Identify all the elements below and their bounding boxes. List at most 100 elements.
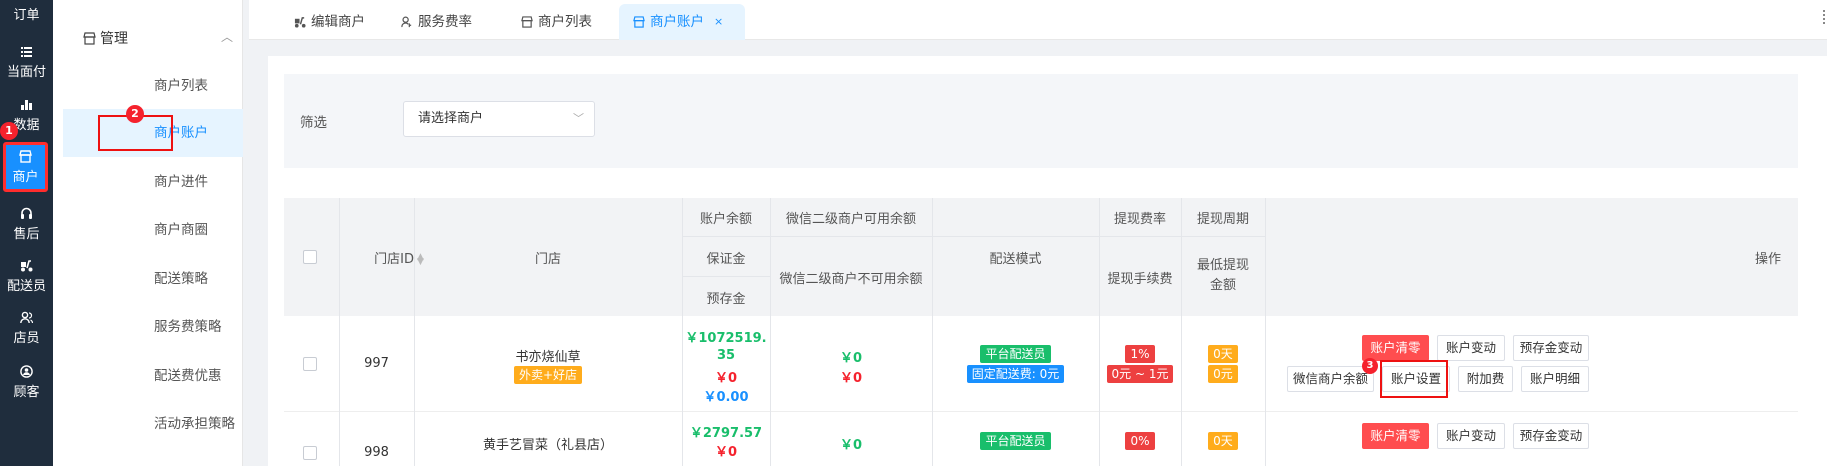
step-badge-1: 1 (0, 122, 18, 140)
header-min-withdraw: 最低提现金额 (1196, 258, 1249, 293)
header-balance: 账户余额 (699, 212, 752, 227)
more-icon[interactable] (1823, 10, 1827, 24)
divider (1181, 198, 1182, 316)
submenu-item-delivery-strategy[interactable]: 配送策略 (53, 255, 243, 303)
merchant-select[interactable]: 请选择商户 ﹀ (403, 101, 595, 137)
main-nav-rail: 订单 当面付 数据 商户 1 售后 配送员 店员 顾客 (0, 0, 53, 466)
tab-label: 商户账户 (650, 14, 704, 30)
step-badge-2: 2 (126, 105, 144, 123)
header-deposit: 保证金 (706, 252, 746, 267)
divider (682, 198, 683, 316)
truck-icon (294, 17, 306, 28)
delivery-tag-cell: 平台配送员 (932, 345, 1099, 363)
delivery-mode-tag: 平台配送员 (980, 432, 1051, 450)
tab-merchant-list[interactable]: 商户列表 (507, 4, 606, 40)
rail-item-staff[interactable]: 店员 (0, 300, 53, 356)
row-checkbox[interactable] (303, 357, 317, 371)
sub-menu: 管理 ︿ 商户列表 商户账户 2 商户进件 商户商圈 配送策略 服务费策略 配送… (53, 0, 243, 466)
filter-panel: 筛选 请选择商户 ﹀ (284, 74, 1798, 168)
rail-item-aftersale[interactable]: 售后 (0, 196, 53, 252)
wx-merchant-balance-button[interactable]: 微信商户余额 (1287, 366, 1374, 392)
submenu-group-label: 管理 (100, 31, 128, 47)
rate-cell: 0% (1099, 432, 1181, 450)
submenu-item-label: 配送费优惠 (154, 368, 222, 384)
divider (932, 412, 933, 466)
header-label: 门店ID (374, 252, 414, 267)
withdraw-fee-tag: 0元 ~ 1元 (1106, 365, 1174, 383)
withdraw-cycle-tag: 0天 (1208, 345, 1238, 363)
delivery-mode-tag: 平台配送员 (980, 345, 1051, 363)
submenu-item-service-fee-strategy[interactable]: 服务费策略 (53, 303, 243, 351)
divider (339, 316, 340, 412)
clear-account-button[interactable]: 账户清零 (1362, 423, 1429, 449)
header-prestore: 预存金 (706, 292, 746, 307)
prestore: ￥0.00 (703, 390, 749, 405)
close-icon[interactable]: × (714, 4, 723, 40)
rail-item-merchant[interactable]: 商户 (3, 142, 48, 192)
header-operations: 操作 (1754, 252, 1781, 267)
rail-label: 订单 (13, 8, 40, 23)
store-tag-cell: 外卖+好店 (414, 366, 682, 384)
users-icon (20, 311, 33, 323)
divider (339, 412, 340, 466)
header-wx-available: 微信二级商户可用余额 (785, 212, 916, 227)
submenu-group-header[interactable]: 管理 ︿ (83, 28, 233, 48)
rail-item-face-pay[interactable]: 当面付 (0, 34, 53, 90)
deposit: ￥0 (714, 371, 738, 386)
divider (770, 198, 771, 316)
highlight-box (1380, 360, 1448, 398)
submenu-item-label: 商户商圈 (154, 222, 208, 238)
store-icon (521, 16, 533, 28)
chevron-down-icon: ﹀ (573, 112, 584, 125)
user-key-icon (401, 16, 412, 28)
filter-label: 筛选 (300, 115, 327, 131)
divider (414, 316, 415, 412)
delivery-fee-cell: 固定配送费: 0元 (932, 365, 1099, 383)
submenu-item-label: 服务费策略 (154, 319, 222, 335)
fee-cell: 0元 ~ 1元 (1099, 365, 1181, 383)
submenu-item-merchant-area[interactable]: 商户商圈 (53, 206, 243, 254)
balance-line2: 35 (716, 348, 736, 363)
tab-merchant-account[interactable]: 商户账户 × (619, 4, 745, 40)
wx-unavailable: ￥0 (839, 371, 863, 386)
clear-account-button[interactable]: 账户清零 (1362, 335, 1429, 361)
divider (1265, 316, 1266, 412)
wx-available: ￥0 (839, 351, 863, 366)
row-checkbox[interactable] (303, 446, 317, 460)
tab-service-rate[interactable]: 服务费率 (387, 4, 486, 40)
tab-label: 商户列表 (538, 14, 592, 30)
account-change-button[interactable]: 账户变动 (1437, 335, 1505, 361)
submenu-item-merchant-account[interactable]: 商户账户 (63, 109, 243, 157)
chevron-up-icon: ︿ (220, 30, 233, 44)
account-detail-button[interactable]: 账户明细 (1521, 366, 1589, 392)
submenu-item-label: 配送策略 (154, 271, 208, 287)
rail-item-orders[interactable]: 订单 (0, 0, 53, 30)
rail-item-courier[interactable]: 配送员 (0, 248, 53, 304)
submenu-item-merchant-list[interactable]: 商户列表 (53, 62, 243, 110)
header-wx-unavailable: 微信二级商户不可用余额 (779, 272, 923, 287)
divider (1181, 412, 1182, 466)
prestore-change-button[interactable]: 预存金变动 (1513, 423, 1589, 449)
submenu-item-activity-strategy[interactable]: 活动承担策略 (53, 400, 243, 448)
account-change-button[interactable]: 账户变动 (1437, 423, 1505, 449)
divider (770, 316, 771, 412)
delivery-fee-tag: 固定配送费: 0元 (966, 365, 1065, 383)
divider (770, 412, 771, 466)
tab-bar: 编辑商户 服务费率 商户列表 商户账户 × (249, 0, 1827, 40)
store-name: 书亦烧仙草 (515, 350, 581, 365)
header-withdraw-rate: 提现费率 (1113, 212, 1166, 227)
tab-edit-merchant[interactable]: 编辑商户 (280, 4, 379, 40)
scooter-icon (21, 259, 33, 271)
select-all-checkbox[interactable] (303, 250, 317, 264)
divider (682, 236, 1265, 237)
divider (1181, 316, 1182, 412)
submenu-item-delivery-discount[interactable]: 配送费优惠 (53, 352, 243, 400)
surcharge-button[interactable]: 附加费 (1458, 366, 1513, 392)
submenu-item-label: 商户列表 (154, 78, 208, 94)
prestore-change-button[interactable]: 预存金变动 (1513, 335, 1589, 361)
rail-item-customer[interactable]: 顾客 (0, 354, 53, 410)
headset-icon (21, 207, 32, 219)
rail-label: 商户 (12, 169, 39, 185)
tab-label: 服务费率 (418, 14, 472, 30)
submenu-item-merchant-onboarding[interactable]: 商户进件 (53, 158, 243, 206)
